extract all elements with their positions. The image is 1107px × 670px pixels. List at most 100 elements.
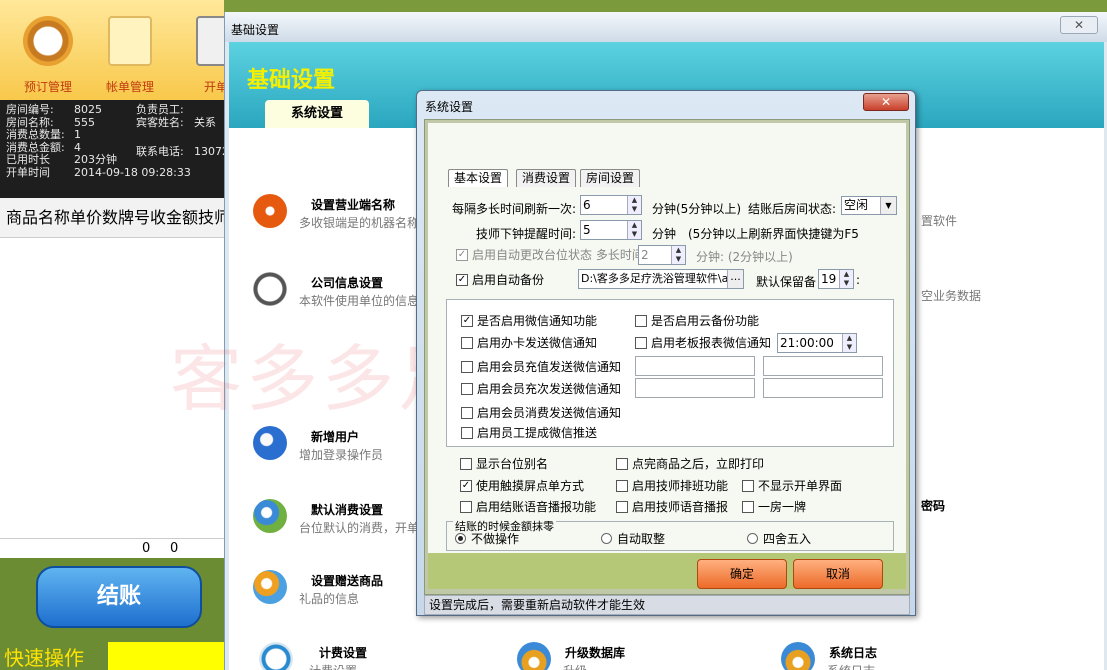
- auto-status-checkbox[interactable]: ✓ 启用自动更改台位状态 多长时间: [456, 248, 644, 262]
- wechat-notify-checkbox[interactable]: ✓ 是否启用微信通知功能: [461, 314, 597, 328]
- checkbox-empty-icon: [461, 361, 473, 373]
- webcam-user-icon: [253, 426, 287, 460]
- touch-order-checkbox[interactable]: ✓ 使用触摸屏点单方式: [460, 479, 584, 493]
- checkbox-label: 启用老板报表微信通知: [651, 336, 772, 350]
- checkbox-label: 使用触摸屏点单方式: [476, 479, 585, 493]
- card-wechat-checkbox[interactable]: 启用办卡发送微信通知: [461, 336, 597, 350]
- tab-system-settings[interactable]: 系统设置: [265, 100, 369, 128]
- checkout-status-value: 空闲: [844, 198, 869, 212]
- times-extra-input-2[interactable]: [763, 378, 883, 398]
- window-close-button[interactable]: ✕: [1060, 16, 1098, 34]
- checkbox-label: 一房一牌: [758, 500, 807, 514]
- refresh-interval-stepper[interactable]: 6 ▲ ▼: [580, 195, 642, 215]
- room-info-panel: 房间编号: 8025 负责员工: 房间名称: 555 宾客姓名: 关系 消费总数…: [0, 100, 224, 198]
- rounding-options-group: 结账的时候金额抹零 不做操作 自动取整 四舍五入: [446, 518, 894, 551]
- rounding-round-radio[interactable]: 四舍五入: [747, 532, 811, 546]
- refresh-interval-value: 6: [583, 198, 591, 212]
- checkbox-checked-icon: ✓: [456, 249, 468, 261]
- items-table-body[interactable]: [0, 238, 224, 538]
- stepper-arrows-icon[interactable]: ▲ ▼: [671, 246, 685, 264]
- checkbox-label: 不显示开单界面: [758, 479, 843, 493]
- checkbox-label: 启用结账语音播报功能: [476, 500, 597, 514]
- toolbar-booking-button[interactable]: 预订管理: [8, 6, 88, 95]
- checkbox-label: 启用会员充次发送微信通知: [477, 382, 622, 396]
- checkbox-empty-icon: [616, 501, 628, 513]
- stepper-arrows-icon[interactable]: ▲ ▼: [627, 221, 641, 239]
- item-count-value: 1: [74, 128, 81, 141]
- auto-status-value: 2: [641, 248, 649, 262]
- tech-voice-checkbox[interactable]: 启用技师语音播报: [616, 500, 728, 514]
- used-time-label: 已用时长: [6, 153, 50, 166]
- tech-remind-stepper[interactable]: 5 ▲ ▼: [580, 220, 642, 240]
- right-feature-title: 密码: [921, 499, 946, 513]
- guest-label: 宾客姓名:: [136, 115, 184, 129]
- boss-report-checkbox[interactable]: 启用老板报表微信通知: [635, 336, 771, 350]
- member-times-checkbox[interactable]: 启用会员充次发送微信通知: [461, 382, 621, 396]
- member-consume-checkbox[interactable]: 启用会员消费发送微信通知: [461, 406, 621, 420]
- tab-consume-settings[interactable]: 消费设置: [516, 169, 577, 187]
- auto-status-stepper[interactable]: 2 ▲ ▼: [638, 245, 686, 265]
- feature-desc: 礼品的信息: [299, 592, 360, 606]
- recharge-extra-input-2[interactable]: [763, 356, 883, 376]
- dialog-panel: 基本设置 消费设置 房间设置 每隔多长时间刷新一次: 6 ▲ ▼ 分钟(5分钟以上…: [428, 123, 906, 589]
- checkout-status-label: 结账后房间状态:: [748, 202, 837, 216]
- radio-label: 不做操作: [471, 532, 520, 546]
- checkout-button[interactable]: 结账: [36, 566, 202, 628]
- one-room-one-tag-checkbox[interactable]: 一房一牌: [742, 500, 806, 514]
- rounding-auto-radio[interactable]: 自动取整: [601, 532, 665, 546]
- chevron-down-icon: ▼: [880, 197, 896, 214]
- checkbox-label: 是否启用云备份功能: [651, 314, 760, 328]
- rounding-none-radio[interactable]: 不做操作: [455, 532, 519, 546]
- checkbox-label: 点完商品之后，立即打印: [632, 457, 765, 471]
- items-table-header: 商品名称单价数牌号收金额技师: [0, 198, 224, 238]
- item-count-label: 消费总数量:: [6, 128, 65, 141]
- feature-title: 设置赠送商品: [311, 574, 384, 588]
- clipboard-icon: [196, 16, 224, 66]
- print-after-order-checkbox[interactable]: 点完商品之后，立即打印: [616, 457, 764, 471]
- tech-remind-label: 技师下钟提醒时间:: [476, 227, 577, 241]
- member-recharge-checkbox[interactable]: 启用会员充值发送微信通知: [461, 360, 621, 374]
- feature-desc: 计费设置: [309, 662, 357, 670]
- backup-path-input[interactable]: D:\客多多足疗洗浴管理软件\aut ...: [578, 269, 744, 289]
- feature-desc: 本软件使用单位的信息: [299, 294, 420, 308]
- checkbox-empty-icon: [460, 501, 472, 513]
- rss-icon: [253, 194, 287, 228]
- ok-button[interactable]: 确定: [697, 559, 787, 589]
- refresh-interval-label: 每隔多长时间刷新一次:: [452, 202, 577, 216]
- tab-basic-settings[interactable]: 基本设置: [448, 169, 509, 187]
- auto-backup-checkbox[interactable]: ✓ 启用自动备份: [456, 273, 544, 287]
- toolbar-open-order-button[interactable]: 开单: [176, 6, 224, 95]
- show-alias-checkbox[interactable]: 显示台位别名: [460, 457, 548, 471]
- tech-schedule-checkbox[interactable]: 启用技师排班功能: [616, 479, 728, 493]
- checkout-status-select[interactable]: 空闲 ▼: [841, 196, 897, 215]
- feature-title: 计费设置: [319, 646, 368, 660]
- page-title: 基础设置: [247, 68, 336, 93]
- stepper-arrows-icon[interactable]: ▲ ▼: [842, 334, 856, 352]
- times-extra-input[interactable]: [635, 378, 755, 398]
- coffee-cup-icon: [781, 642, 815, 670]
- quick-operation-input[interactable]: [108, 642, 224, 670]
- bill-note-icon: [108, 16, 152, 66]
- feature-desc: 台位默认的消费，开单: [299, 521, 420, 535]
- stepper-arrows-icon[interactable]: ▲ ▼: [627, 196, 641, 214]
- cancel-button[interactable]: 取消: [793, 559, 883, 589]
- recharge-extra-input[interactable]: [635, 356, 755, 376]
- dialog-status-bar: 设置完成后，需要重新启动软件才能生效: [424, 595, 910, 615]
- checkbox-empty-icon: [461, 337, 473, 349]
- hide-open-order-checkbox[interactable]: 不显示开单界面: [742, 479, 842, 493]
- checkbox-label: 启用办卡发送微信通知: [477, 336, 598, 350]
- toolbar-bill-button[interactable]: 帐单管理: [90, 6, 170, 95]
- checkbox-empty-icon: [742, 501, 754, 513]
- cloud-backup-checkbox[interactable]: 是否启用云备份功能: [635, 314, 759, 328]
- browse-button[interactable]: ...: [727, 270, 743, 288]
- total-amount: 0: [170, 541, 179, 556]
- stepper-arrows-icon[interactable]: ▲ ▼: [839, 270, 853, 288]
- checkout-voice-checkbox[interactable]: 启用结账语音播报功能: [460, 500, 596, 514]
- keep-days-stepper[interactable]: 19 ▲ ▼: [818, 269, 854, 289]
- staff-commission-checkbox[interactable]: 启用员工提成微信推送: [461, 426, 597, 440]
- dialog-close-button[interactable]: ✕: [863, 93, 909, 111]
- report-time-stepper[interactable]: 21:00:00 ▲ ▼: [777, 333, 857, 353]
- room-no-label: 房间编号:: [6, 103, 54, 116]
- tab-room-settings[interactable]: 房间设置: [580, 169, 641, 187]
- feature-desc: 升级: [563, 662, 587, 670]
